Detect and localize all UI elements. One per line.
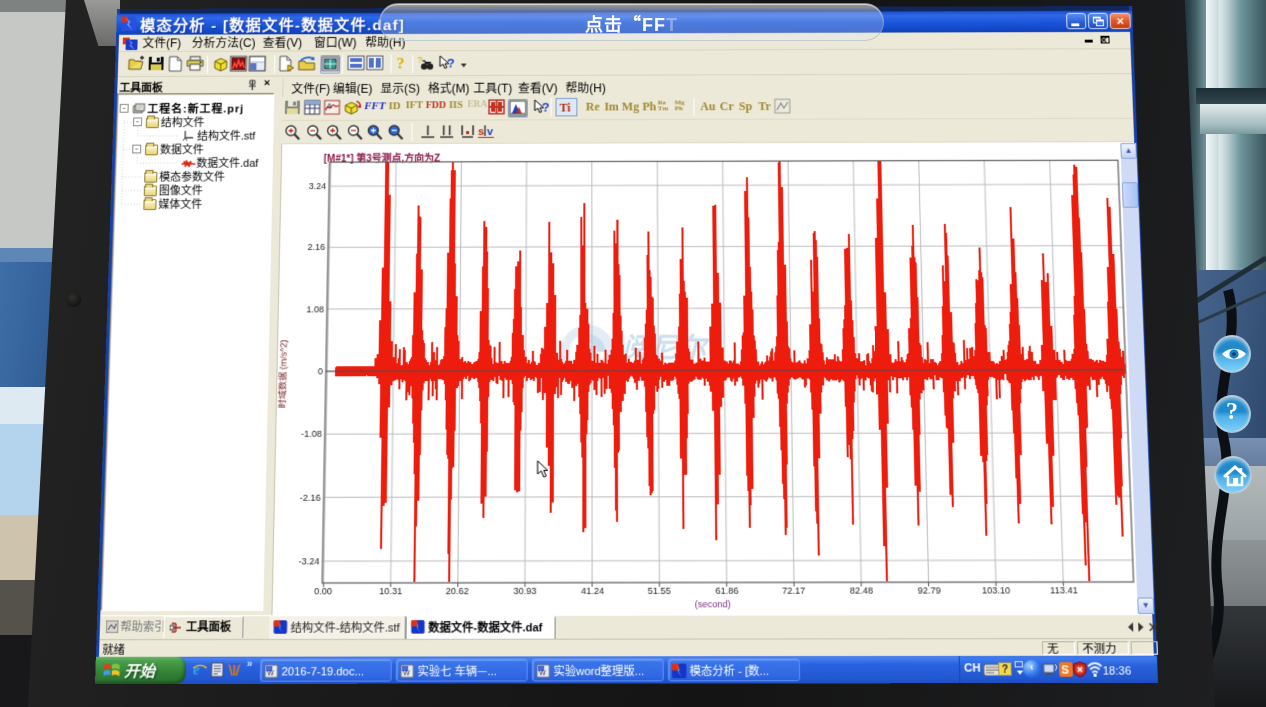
svg-text:S: S [1061,664,1069,677]
svg-text:W: W [403,667,411,678]
svg-text:e: e [193,662,200,678]
svg-text:W: W [539,667,546,678]
svg-text:W: W [267,667,275,678]
